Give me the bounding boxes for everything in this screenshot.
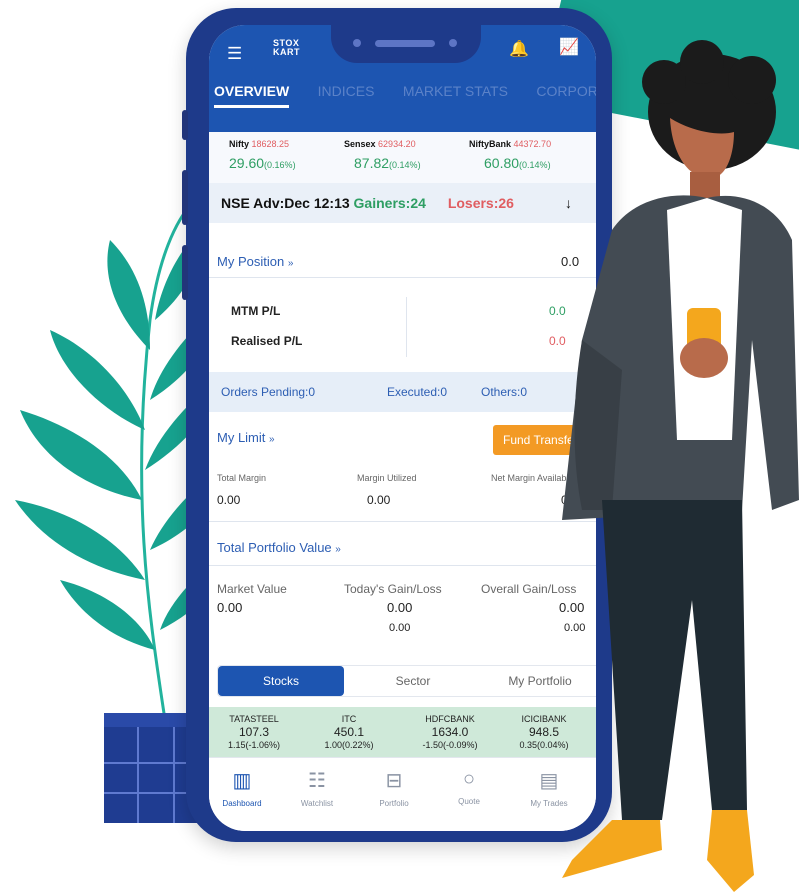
index-niftybank[interactable]: NiftyBank 44372.70 60.80(0.14%) [469, 139, 551, 171]
index-name: Sensex [344, 139, 376, 149]
orders-pending: Orders Pending:0 [221, 385, 316, 399]
phone-side-button [182, 245, 188, 300]
index-name: NiftyBank [469, 139, 512, 149]
camera-dot [353, 39, 361, 47]
divider [209, 565, 596, 566]
orders-others: Others:0 [481, 385, 528, 399]
nav-portfolio[interactable]: ⊟ Portfolio [359, 768, 429, 808]
mtm-label: MTM P/L [231, 304, 281, 318]
section-title: My Limit [217, 430, 266, 445]
segment-stocks[interactable]: Stocks [218, 666, 344, 696]
total-margin-label: Total Margin [217, 473, 267, 483]
bar-chart-icon: ▥ [232, 770, 252, 792]
index-ticker-row: Nifty 18628.25 29.60(0.16%) Sensex 62934… [209, 128, 596, 190]
total-portfolio-link[interactable]: Total Portfolio Value » [217, 540, 341, 555]
margin-utilized-label: Margin Utilized [357, 473, 417, 483]
speaker-grille [375, 40, 435, 47]
nav-watchlist[interactable]: ☷ Watchlist [282, 768, 352, 808]
index-price: 18628.25 [251, 139, 290, 149]
nav-label: Dashboard [222, 799, 262, 808]
segment-control: Stocks Sector My Portfolio [217, 665, 596, 697]
my-position-link[interactable]: My Position » [217, 254, 293, 269]
index-name: Nifty [229, 139, 249, 149]
index-pct: (0.16%) [264, 160, 296, 170]
briefcase-icon: ⊟ [385, 770, 403, 792]
margin-utilized-value: 0.00 [367, 493, 391, 507]
stock-price: 450.1 [333, 725, 365, 739]
index-nifty[interactable]: Nifty 18628.25 29.60(0.16%) [229, 139, 296, 171]
total-margin-value: 0.00 [217, 493, 241, 507]
app-header: ☰ STOX KART 🔔 📈 OVERVIEW INDICES MARKET … [209, 25, 596, 143]
stock-name: TATASTEEL [229, 714, 279, 724]
menu-icon[interactable]: ☰ [227, 45, 242, 62]
nav-label: Watchlist [300, 799, 334, 808]
bell-icon[interactable]: 🔔 [509, 39, 529, 59]
chevron-right-icon: » [269, 434, 275, 445]
losers-count: Losers:26 [447, 195, 514, 211]
todays-gain-label: Today's Gain/Loss [344, 582, 442, 596]
stock-card[interactable]: TATASTEEL 107.3 1.15(-1.06%) [209, 713, 299, 752]
search-icon: ○ [462, 768, 476, 790]
nav-label: Portfolio [379, 799, 409, 808]
logo-bottom: KART [273, 47, 300, 57]
market-value-label: Market Value [217, 582, 287, 596]
stock-name: ITC [341, 714, 357, 724]
index-price: 62934.20 [378, 139, 416, 149]
chevron-right-icon: » [335, 544, 341, 555]
bottom-nav: ▥ Dashboard ☷ Watchlist ⊟ Portfolio ○ Qu… [209, 757, 596, 831]
phone-side-button [182, 110, 188, 140]
index-change: 60.80 [484, 155, 520, 171]
my-limit-link[interactable]: My Limit » [217, 430, 275, 445]
phone-notch [331, 25, 481, 63]
gainers-count: Gainers:24 [353, 195, 426, 211]
stock-card[interactable]: HDFCBANK 1634.0 -1.50(-0.09%) [405, 713, 495, 752]
camera-dot [449, 39, 457, 47]
stock-price: 107.3 [238, 725, 270, 739]
nav-label: Quote [458, 797, 480, 806]
tab-bar: OVERVIEW INDICES MARKET STATS CORPORA [214, 83, 596, 108]
tab-indices[interactable]: INDICES [318, 83, 375, 99]
index-change: 87.82 [354, 155, 390, 171]
index-change: 29.60 [229, 155, 265, 171]
divider [406, 297, 407, 357]
person-illustration [562, 40, 799, 892]
stock-price: 1634.0 [431, 725, 469, 739]
index-sensex[interactable]: Sensex 62934.20 87.82(0.14%) [344, 139, 421, 171]
market-value: 0.00 [217, 600, 243, 615]
app-logo: STOX KART [273, 39, 300, 57]
stock-name: HDFCBANK [425, 714, 475, 724]
divider [209, 277, 596, 278]
section-title: Total Portfolio Value [217, 540, 332, 555]
realised-label: Realised P/L [231, 334, 303, 348]
list-icon: ☷ [308, 770, 326, 792]
tab-overview[interactable]: OVERVIEW [214, 83, 290, 108]
nse-label: NSE Adv:Dec 12:13 [221, 195, 350, 211]
chevron-right-icon: » [287, 258, 294, 269]
todays-gain-pct: 0.00 [389, 622, 411, 634]
nse-advance-decline-bar[interactable]: NSE Adv:Dec 12:13 Gainers:24 Losers:26 ↓ [209, 183, 596, 223]
stock-change: 1.15(-1.06%) [227, 740, 281, 750]
stock-change: -1.50(-0.09%) [422, 740, 478, 750]
index-pct: (0.14%) [389, 160, 421, 170]
stock-change: 1.00(0.22%) [324, 740, 374, 750]
nav-dashboard[interactable]: ▥ Dashboard [209, 768, 277, 808]
tab-market-stats[interactable]: MARKET STATS [403, 83, 508, 99]
section-title: My Position [217, 254, 285, 269]
phone-side-button [182, 170, 188, 225]
nav-quote[interactable]: ○ Quote [434, 768, 504, 806]
orders-executed: Executed:0 [387, 385, 448, 399]
divider [209, 521, 596, 522]
phone-screen: ☰ STOX KART 🔔 📈 OVERVIEW INDICES MARKET … [209, 25, 596, 831]
segment-sector[interactable]: Sector [358, 666, 468, 696]
todays-gain-value: 0.00 [387, 600, 413, 615]
stock-card[interactable]: ITC 450.1 1.00(0.22%) [304, 713, 394, 752]
orders-summary-bar[interactable]: Orders Pending:0 Executed:0 Others:0 [209, 372, 596, 412]
